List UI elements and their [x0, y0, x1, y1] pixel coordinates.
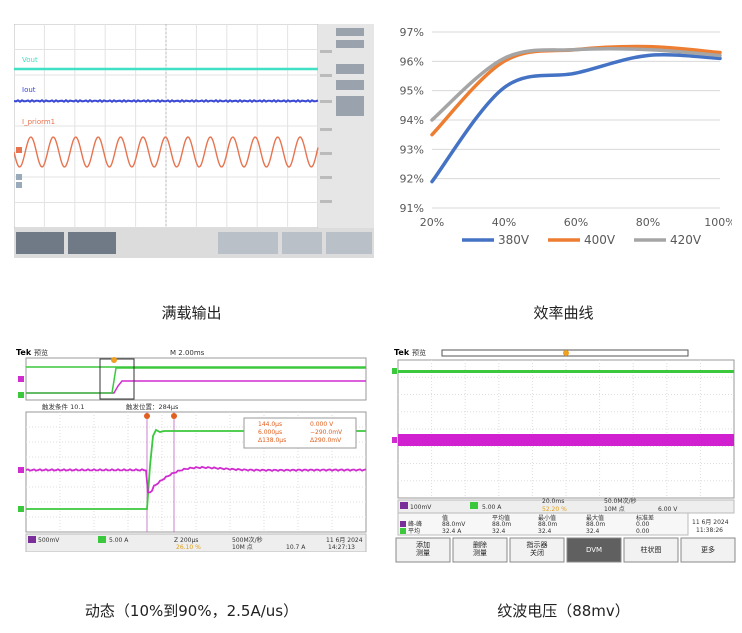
scope-button-4[interactable]: 柱状图: [623, 537, 679, 563]
meas-value: 88.0m: [538, 521, 557, 528]
svg-text:0.000 V: 0.000 V: [310, 421, 334, 428]
meas-name: 峰-峰: [408, 520, 422, 528]
efficiency-chart: 91% 92% 93% 94% 95% 96% 97% 20% 40% 60% 80% 100% 3…: [390, 22, 732, 262]
svg-text:11 6月 2024: 11 6月 2024: [326, 537, 363, 544]
ripple-current-trace: [398, 370, 734, 373]
y-tick-label: 96%: [400, 55, 424, 68]
y-tick-label: 93%: [400, 143, 424, 156]
iprim-label: I_priorm1: [22, 118, 55, 126]
svg-text:Δ138.0μs: Δ138.0μs: [258, 437, 286, 444]
ripple-scope: Tek 预览 100mV 5.00 A 20.0ms 52.20 % 50.0M…: [392, 346, 738, 564]
svg-text:50.0M次/秒: 50.0M次/秒: [604, 497, 637, 505]
meas-name: 平均: [408, 527, 420, 535]
x-tick-label: 100%: [704, 216, 732, 229]
svg-text:10.7 A: 10.7 A: [286, 544, 306, 551]
svg-text:5.00 A: 5.00 A: [482, 504, 502, 511]
full-load-scope: Vout Iout I_priorm1: [14, 24, 374, 258]
meas-value: 0.00: [636, 528, 650, 535]
svg-text:500M次/秒: 500M次/秒: [232, 536, 263, 544]
meas-value: 32.4: [492, 528, 506, 535]
ripple-voltage-trace: [398, 434, 734, 446]
scope-button-1[interactable]: 删除测量: [452, 537, 508, 563]
meas-value: 32.4 A: [442, 528, 462, 535]
tek-logo: Tek: [16, 348, 32, 357]
svg-text:14:27:13: 14:27:13: [328, 544, 355, 551]
svg-text:100mV: 100mV: [410, 504, 432, 511]
caption-ripple: 纹波电压（88mv）: [497, 602, 630, 620]
caption-full-load: 满载输出: [161, 304, 222, 322]
svg-text:Z 200μs: Z 200μs: [174, 537, 198, 544]
svg-text:20.0ms: 20.0ms: [542, 498, 564, 505]
x-tick-label: 40%: [492, 216, 516, 229]
tek-logo-2: Tek: [394, 348, 410, 357]
svg-text:10M 点: 10M 点: [604, 505, 625, 513]
mode-label: 预览: [34, 348, 48, 357]
scope-button-label: 测量: [416, 549, 430, 557]
caption-dynamic: 动态（10%到90%，2.5A/us）: [84, 602, 299, 620]
scope-button-label: 删除: [473, 540, 487, 549]
x-tick-label: 20%: [420, 216, 444, 229]
y-tick-label: 95%: [400, 85, 424, 98]
scope-button-2[interactable]: 指示器关闭: [509, 537, 565, 563]
caption-efficiency: 效率曲线: [533, 304, 594, 322]
svg-text:52.20 %: 52.20 %: [542, 506, 567, 513]
svg-text:Δ290.0mV: Δ290.0mV: [310, 437, 342, 444]
y-tick-label: 92%: [400, 173, 424, 186]
iout-label: Iout: [22, 86, 36, 94]
x-tick-label: 60%: [564, 216, 588, 229]
svg-text:5.00 A: 5.00 A: [109, 537, 129, 544]
y-tick-label: 94%: [400, 114, 424, 127]
svg-text:触发条件 10.1: 触发条件 10.1: [42, 402, 85, 411]
svg-text:触发位置：284μs: 触发位置：284μs: [126, 402, 179, 411]
x-tick-label: 80%: [636, 216, 660, 229]
svg-text:144.0μs: 144.0μs: [258, 421, 282, 428]
legend-entry: 380V: [498, 233, 530, 247]
svg-text:−290.0mV: −290.0mV: [310, 429, 343, 436]
meas-value: 32.4: [586, 528, 600, 535]
svg-text:11:38:26: 11:38:26: [696, 527, 723, 534]
scope-button-label: 测量: [473, 549, 487, 557]
svg-text:11 6月 2024: 11 6月 2024: [692, 519, 729, 526]
scope-button-label: 柱状图: [641, 545, 662, 554]
iout-trace: [14, 98, 319, 104]
svg-text:6.00 V: 6.00 V: [658, 506, 678, 513]
scope-button-3[interactable]: DVM: [566, 537, 622, 563]
legend-entry: 400V: [584, 233, 616, 247]
svg-text:26.10 %: 26.10 %: [176, 544, 201, 551]
svg-text:500mV: 500mV: [38, 537, 60, 544]
scope-button-label: 指示器: [527, 540, 548, 549]
scope-button-5[interactable]: 更多: [680, 537, 736, 563]
legend-entry: 420V: [670, 233, 702, 247]
dynamic-scope: Tek 预览 M 2.00ms 触发条件 10.1 触发位置：284μs 144…: [14, 346, 370, 552]
timebase-label: M 2.00ms: [170, 349, 205, 357]
scope-button-0[interactable]: 添加测量: [395, 537, 451, 563]
meas-value: 88.0mV: [442, 521, 466, 528]
scope-button-label: 关闭: [530, 548, 544, 557]
meas-value: 0.00: [636, 521, 650, 528]
meas-value: 88.0m: [586, 521, 605, 528]
scope-button-label: 添加: [416, 540, 430, 549]
svg-text:10M 点: 10M 点: [232, 543, 253, 551]
svg-text:预览: 预览: [412, 348, 426, 357]
scope-button-label: DVM: [586, 546, 602, 554]
meas-value: 88.0m: [492, 521, 511, 528]
y-tick-label: 97%: [400, 26, 424, 39]
svg-text:6.000μs: 6.000μs: [258, 429, 282, 436]
y-tick-label: 91%: [400, 202, 424, 215]
scope-button-label: 更多: [701, 545, 715, 554]
vout-label: Vout: [22, 56, 38, 64]
meas-value: 32.4: [538, 528, 552, 535]
